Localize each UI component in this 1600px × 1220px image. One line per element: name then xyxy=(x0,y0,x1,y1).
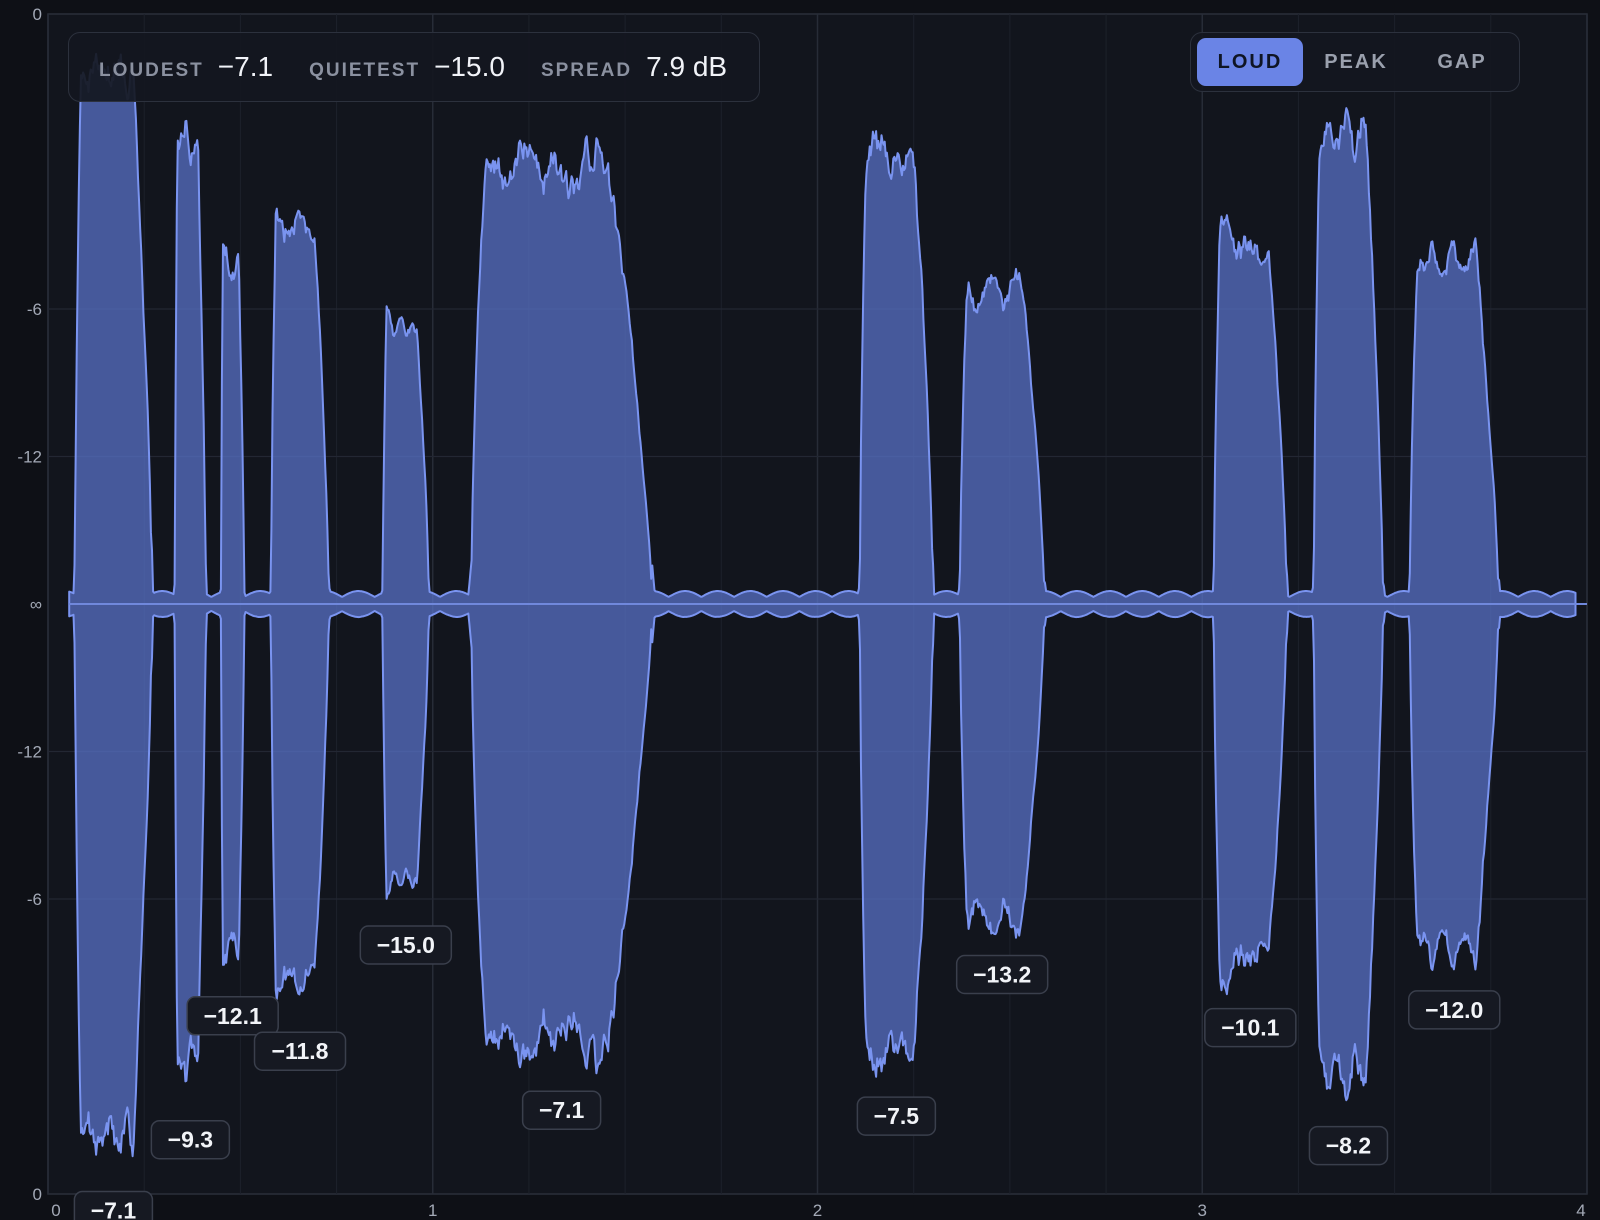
segment-level-label: −13.2 xyxy=(955,954,1049,995)
segment-level-label: −7.1 xyxy=(73,1190,154,1220)
loudness-stats-panel: LOUDEST −7.1 QUIETEST −15.0 SPREAD 7.9 d… xyxy=(68,32,760,102)
segment-level-label: −11.8 xyxy=(253,1031,347,1071)
segment-label-text: −15.0 xyxy=(377,932,435,958)
x-tick-label: 3 xyxy=(1198,1201,1207,1220)
segment-label-text: −7.1 xyxy=(539,1097,585,1123)
segment-label-text: −12.0 xyxy=(1425,997,1483,1023)
y-tick-label: 0 xyxy=(33,5,42,24)
stat-loudest-value: −7.1 xyxy=(217,51,274,82)
stat-loudest-label: LOUDEST xyxy=(99,60,204,81)
stat-spread-value: 7.9 dB xyxy=(646,51,728,82)
segment-label-text: −13.2 xyxy=(973,962,1031,988)
stat-quietest-value: −15.0 xyxy=(434,51,505,82)
stat-spread-label: SPREAD xyxy=(540,60,633,81)
mode-button-loud[interactable]: LOUD xyxy=(1197,38,1303,86)
segment-label-text: −9.3 xyxy=(168,1127,213,1153)
segment-level-label: −7.5 xyxy=(856,1096,937,1136)
segment-label-text: −10.1 xyxy=(1221,1015,1279,1041)
waveform-chart: 0 1 2 3 4 0 -6 -12 ∞ -12 -6 0 −7.1 −9.3 −12.1 −11.8 −15.… xyxy=(17,5,1588,1220)
mode-button-peak[interactable]: PEAK xyxy=(1303,38,1409,86)
segment-label-text: −12.1 xyxy=(204,1003,262,1029)
mode-button-gap[interactable]: GAP xyxy=(1409,38,1515,86)
y-tick-label: -12 xyxy=(17,448,42,467)
segment-label-text: −7.1 xyxy=(91,1198,137,1220)
segment-label-text: −8.2 xyxy=(1326,1133,1371,1159)
y-tick-label: -6 xyxy=(27,890,42,909)
stat-spread: SPREAD 7.9 dB xyxy=(541,51,727,83)
y-tick-label: -12 xyxy=(17,743,42,762)
segment-level-label: −15.0 xyxy=(359,925,453,965)
segment-level-label: −7.1 xyxy=(521,1090,602,1130)
segment-level-label: −12.1 xyxy=(186,996,279,1036)
segment-level-label: −12.0 xyxy=(1408,990,1501,1030)
stat-quietest: QUIETEST −15.0 xyxy=(309,51,505,83)
segment-label-text: −11.8 xyxy=(272,1038,329,1064)
segment-level-label: −8.2 xyxy=(1308,1125,1389,1166)
stat-loudest: LOUDEST −7.1 xyxy=(99,51,273,83)
stat-quietest-label: QUIETEST xyxy=(309,60,421,81)
x-tick-label: 4 xyxy=(1576,1201,1585,1220)
mode-toggle: LOUD PEAK GAP xyxy=(1190,32,1520,92)
y-tick-label: 0 xyxy=(33,1185,42,1204)
y-tick-label: -6 xyxy=(27,300,42,319)
segment-level-label: −10.1 xyxy=(1204,1007,1297,1048)
y-tick-label: ∞ xyxy=(30,595,42,614)
x-tick-label: 2 xyxy=(813,1201,822,1220)
x-tick-label: 1 xyxy=(428,1201,437,1220)
segment-label-text: −7.5 xyxy=(874,1103,920,1129)
x-tick-label: 0 xyxy=(51,1201,60,1220)
segment-level-label: −9.3 xyxy=(150,1119,231,1160)
